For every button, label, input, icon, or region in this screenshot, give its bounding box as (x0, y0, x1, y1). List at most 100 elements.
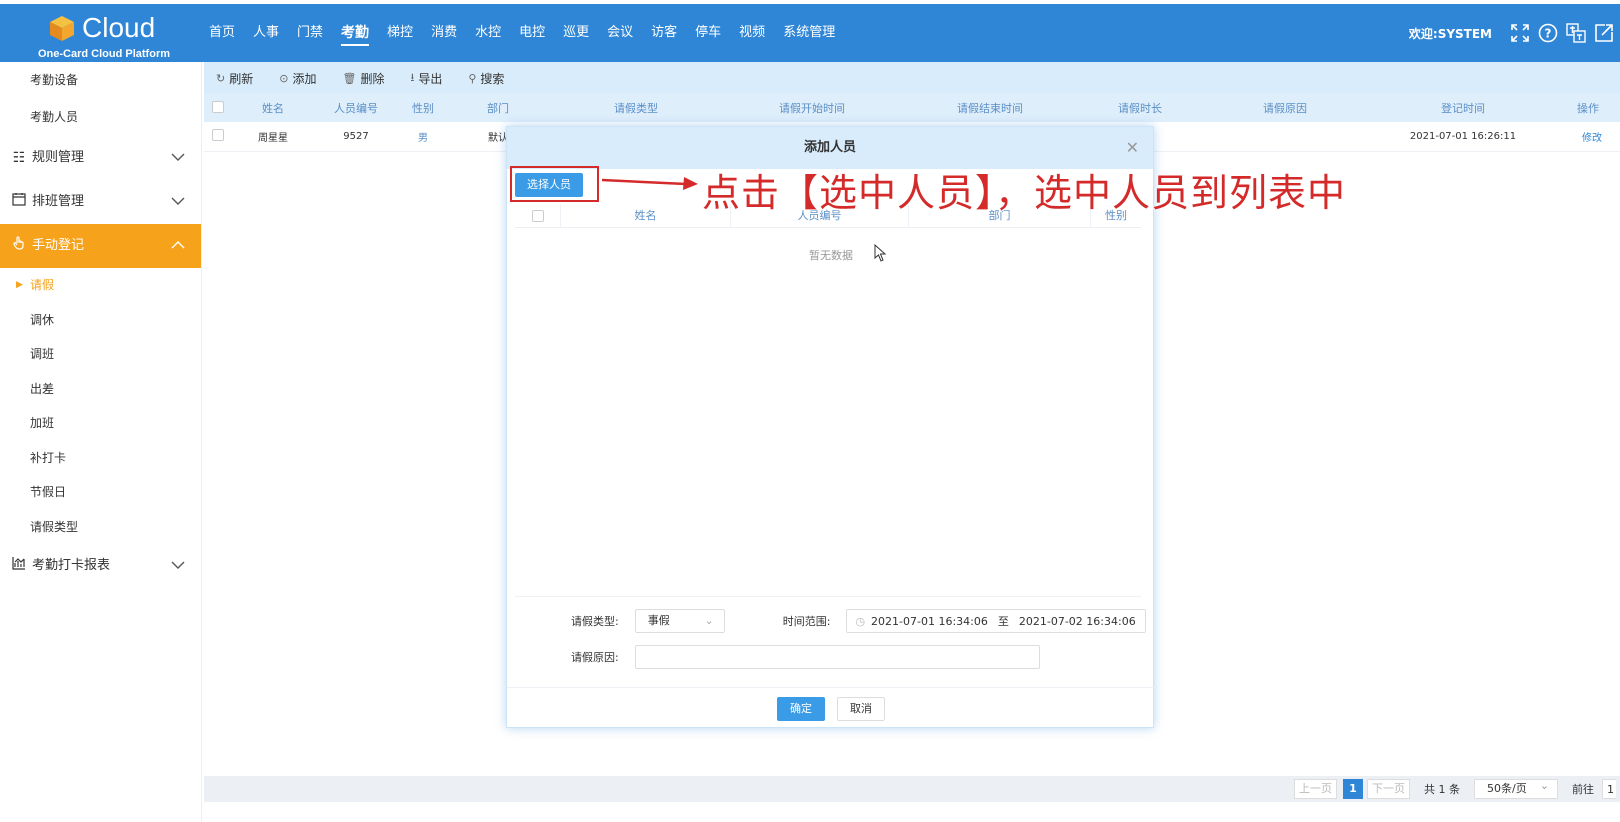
nav-item[interactable]: 视频 (739, 4, 765, 62)
chevron-down-icon (171, 136, 185, 180)
delete-button[interactable]: 🗑 删除 (342, 70, 384, 87)
annotation-text: 点击【选中人员】，选中人员到列表中 (702, 171, 1347, 215)
goto-page-input[interactable]: 1 (1602, 779, 1616, 799)
page-size-select[interactable]: 50条/页 (1474, 777, 1558, 799)
sidebar-item[interactable]: 调班 (0, 337, 201, 372)
sidebar-item-attendance-personnel[interactable]: 考勤人员 (0, 99, 201, 136)
page-number-button[interactable]: 1 (1343, 779, 1363, 799)
column-header[interactable]: 姓名 (232, 100, 314, 116)
nav-item[interactable]: 门禁 (297, 4, 323, 62)
header-right: 欢迎:SYSTEM ? (1409, 4, 1620, 62)
column-header[interactable]: 请假结束时间 (900, 100, 1080, 116)
table-header: 姓名 人员编号 性别 部门 请假类型 请假开始时间 请假结束时间 请假时长 请假… (204, 94, 1620, 122)
add-circle-icon: ⊙ (279, 71, 289, 85)
column-header[interactable]: 请假类型 (548, 100, 724, 116)
download-icon: ⭳ (410, 70, 415, 84)
search-icon: ⚲ (468, 71, 477, 85)
logout-icon[interactable] (1592, 21, 1616, 45)
nav-item[interactable]: 会议 (607, 4, 633, 62)
select-person-button[interactable]: 选择人员 (515, 173, 583, 197)
nav-item[interactable]: 访客 (651, 4, 677, 62)
goto-label: 前往 (1572, 783, 1594, 796)
next-page-button[interactable]: 下一页 (1367, 779, 1410, 799)
row-checkbox[interactable] (204, 129, 232, 144)
total-count: 共 1 条 (1424, 783, 1460, 796)
cell-reg-time: 2021-07-01 16:26:11 (1409, 131, 1517, 142)
nav-item[interactable]: 停车 (695, 4, 721, 62)
leave-type-select[interactable]: 事假 ⌄ (634, 609, 725, 633)
time-end: 2021-07-02 16:34:06 (1018, 614, 1136, 628)
column-header[interactable]: 请假时长 (1080, 100, 1200, 116)
time-range-picker[interactable]: ◷ 2021-07-01 16:34:06 至 2021-07-02 16:34… (846, 609, 1147, 633)
nav-item[interactable]: 梯控 (387, 4, 413, 62)
nav-item[interactable]: 水控 (475, 4, 501, 62)
main-nav: 首页 人事 门禁 考勤 梯控 消费 水控 电控 巡更 会议 访客 停车 视频 系统管理 (200, 4, 844, 62)
nav-item[interactable]: 系统管理 (783, 4, 835, 62)
empty-text: 暂无数据 (809, 249, 853, 262)
nav-item[interactable]: 人事 (253, 4, 279, 62)
reason-input[interactable] (634, 645, 1040, 669)
cell-name: 周星星 (258, 133, 288, 144)
bar-chart-icon (10, 544, 28, 588)
sidebar-item[interactable]: 请假 (0, 268, 201, 303)
nav-item[interactable]: 消费 (431, 4, 457, 62)
time-separator: 至 (997, 615, 1009, 628)
logo-cube-icon (50, 16, 74, 41)
chevron-down-icon (171, 180, 185, 224)
dialog-table-body (515, 228, 1141, 597)
sidebar-group-shifts[interactable]: 排班管理 (0, 180, 201, 224)
column-header[interactable]: 请假原因 (1200, 100, 1370, 116)
select-all-checkbox[interactable] (204, 100, 232, 116)
sidebar-item[interactable]: 调休 (0, 303, 201, 338)
dialog-footer: 确定 取消 (507, 687, 1155, 729)
language-icon[interactable] (1564, 21, 1588, 45)
export-label: 导出 (418, 71, 443, 86)
sidebar-group-rules[interactable]: ☷ 规则管理 (0, 136, 201, 180)
column-header[interactable]: 操作 (1556, 100, 1620, 116)
column-header[interactable]: 人员编号 (314, 100, 398, 116)
refresh-button[interactable]: ↻ 刷新 (216, 70, 253, 87)
nav-item[interactable]: 巡更 (563, 4, 589, 62)
edit-link[interactable]: 修改 (1556, 129, 1620, 144)
sidebar-item[interactable]: 出差 (0, 372, 201, 407)
cell-id: 9527 (343, 131, 369, 142)
sidebar-item[interactable]: 补打卡 (0, 441, 201, 476)
logo: Cloud One-Card Cloud Platform (38, 10, 171, 60)
fullscreen-icon[interactable] (1508, 21, 1532, 45)
logo-subtitle: One-Card Cloud Platform (38, 48, 171, 60)
column-header[interactable]: 部门 (448, 100, 548, 116)
reason-label: 请假原因: (571, 651, 619, 664)
export-button[interactable]: ⭳ 导出 (410, 69, 442, 88)
top-header: Cloud One-Card Cloud Platform 首页 人事 门禁 考勤 梯控… (0, 4, 1620, 62)
welcome-text: 欢迎:SYSTEM (1408, 26, 1492, 41)
cancel-button[interactable]: 取消 (837, 696, 885, 721)
sidebar-item-attendance-device[interactable]: 考勤设备 (0, 62, 201, 99)
dialog-select-all-checkbox[interactable] (515, 203, 561, 228)
svg-text:?: ? (1545, 27, 1552, 41)
column-header[interactable]: 性别 (398, 100, 448, 116)
sidebar-group-label: 手动登记 (32, 238, 85, 253)
help-icon[interactable]: ? (1536, 21, 1560, 45)
sidebar-group-manual[interactable]: 手动登记 (0, 224, 201, 268)
search-button[interactable]: ⚲ 搜索 (468, 70, 504, 87)
nav-item[interactable]: 首页 (209, 4, 235, 62)
dialog-title: 添加人员 (803, 140, 856, 155)
sidebar-group-label: 排班管理 (32, 194, 85, 209)
add-button[interactable]: ⊙ 添加 (279, 70, 316, 87)
sidebar-item[interactable]: 加班 (0, 406, 201, 441)
clock-icon: ◷ (855, 614, 866, 628)
column-header[interactable]: 登记时间 (1370, 100, 1556, 116)
nav-item[interactable]: 考勤 (341, 4, 370, 62)
confirm-button[interactable]: 确定 (777, 696, 825, 721)
prev-page-button[interactable]: 上一页 (1294, 779, 1337, 799)
leave-type-value: 事假 (647, 614, 670, 627)
column-header[interactable]: 请假开始时间 (724, 100, 900, 116)
sidebar-item[interactable]: 请假类型 (0, 510, 201, 545)
nav-item[interactable]: 电控 (519, 4, 545, 62)
logo-word: Cloud (82, 12, 156, 43)
toolbar: ↻ 刷新 ⊙ 添加 🗑 删除 ⭳ 导出 ⚲ 搜索 (204, 62, 1620, 94)
app-window: Cloud One-Card Cloud Platform 首页 人事 门禁 考勤 梯控… (0, 0, 1620, 822)
sidebar-group-report[interactable]: 考勤打卡报表 (0, 544, 201, 588)
sidebar-item[interactable]: 节假日 (0, 475, 201, 510)
time-range-label: 时间范围: (782, 615, 831, 628)
